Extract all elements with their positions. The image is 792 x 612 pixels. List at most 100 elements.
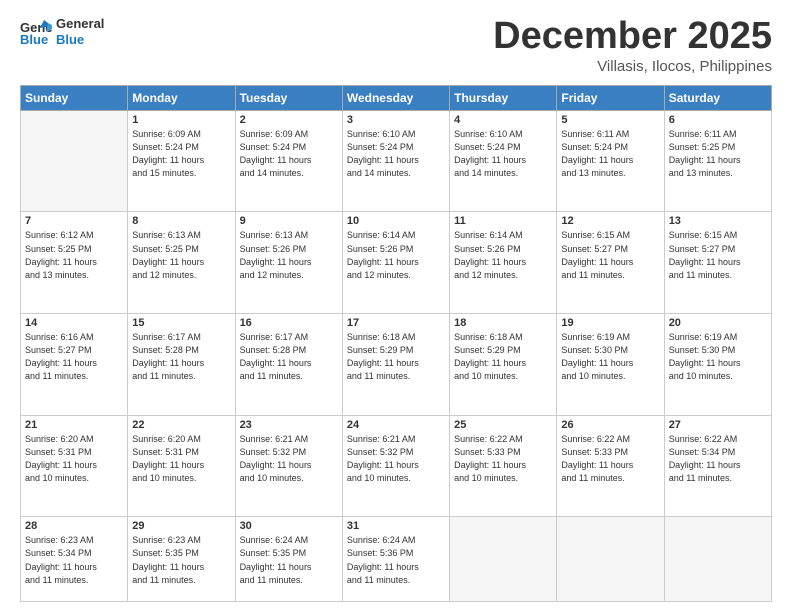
day-number: 6 bbox=[669, 114, 767, 126]
calendar-day-cell: 18 Sunrise: 6:18 AM Sunset: 5:29 PM Dayli… bbox=[450, 314, 557, 416]
calendar-day-cell: 7 Sunrise: 6:12 AM Sunset: 5:25 PM Daylig… bbox=[21, 212, 128, 314]
calendar-day-cell: 4Sunrise: 6:10 AM Sunset: 5:24 PM Daylig… bbox=[450, 110, 557, 212]
day-info: Sunrise: 6:22 AM Sunset: 5:33 PM Dayligh… bbox=[561, 433, 659, 485]
day-info: Sunrise: 6:11 AM Sunset: 5:24 PM Dayligh… bbox=[561, 128, 659, 180]
day-number: 26 bbox=[561, 419, 659, 431]
day-info: Sunrise: 6:17 AM Sunset: 5:28 PM Dayligh… bbox=[132, 331, 230, 383]
day-info: Sunrise: 6:09 AM Sunset: 5:24 PM Dayligh… bbox=[132, 128, 230, 180]
day-info: Sunrise: 6:24 AM Sunset: 5:35 PM Dayligh… bbox=[240, 534, 338, 586]
day-number: 17 bbox=[347, 317, 445, 329]
calendar-week-row: 7 Sunrise: 6:12 AM Sunset: 5:25 PM Daylig… bbox=[21, 212, 772, 314]
weekday-header-sunday: Sunday bbox=[21, 85, 128, 110]
calendar-day-cell: 5 Sunrise: 6:11 AM Sunset: 5:24 PM Daylig… bbox=[557, 110, 664, 212]
day-info: Sunrise: 6:20 AM Sunset: 5:31 PM Dayligh… bbox=[132, 433, 230, 485]
calendar-day-cell bbox=[664, 517, 771, 602]
day-number: 2 bbox=[240, 114, 338, 126]
calendar-day-cell: 6 Sunrise: 6:11 AM Sunset: 5:25 PM Daylig… bbox=[664, 110, 771, 212]
calendar-day-cell: 17Sunrise: 6:18 AM Sunset: 5:29 PM Dayli… bbox=[342, 314, 449, 416]
location-subtitle: Villasis, Ilocos, Philippines bbox=[493, 58, 772, 75]
calendar-day-cell: 9Sunrise: 6:13 AM Sunset: 5:26 PM Daylig… bbox=[235, 212, 342, 314]
calendar-day-cell: 2 Sunrise: 6:09 AM Sunset: 5:24 PM Daylig… bbox=[235, 110, 342, 212]
day-info: Sunrise: 6:10 AM Sunset: 5:24 PM Dayligh… bbox=[347, 128, 445, 180]
day-number: 10 bbox=[347, 215, 445, 227]
day-info: Sunrise: 6:18 AM Sunset: 5:29 PM Dayligh… bbox=[454, 331, 552, 383]
logo: General Blue General Blue bbox=[20, 16, 104, 47]
calendar-table: SundayMondayTuesdayWednesdayThursdayFrid… bbox=[20, 85, 772, 602]
svg-text:Blue: Blue bbox=[20, 32, 48, 46]
calendar-day-cell: 26 Sunrise: 6:22 AM Sunset: 5:33 PM Dayli… bbox=[557, 415, 664, 517]
day-info: Sunrise: 6:16 AM Sunset: 5:27 PM Dayligh… bbox=[25, 331, 123, 383]
calendar-header-row: SundayMondayTuesdayWednesdayThursdayFrid… bbox=[21, 85, 772, 110]
calendar-day-cell: 8Sunrise: 6:13 AM Sunset: 5:25 PM Daylig… bbox=[128, 212, 235, 314]
calendar-day-cell: 19 Sunrise: 6:19 AM Sunset: 5:30 PM Dayli… bbox=[557, 314, 664, 416]
logo-blue: Blue bbox=[56, 32, 104, 48]
calendar-day-cell: 12 Sunrise: 6:15 AM Sunset: 5:27 PM Dayli… bbox=[557, 212, 664, 314]
calendar-week-row: 1 Sunrise: 6:09 AM Sunset: 5:24 PM Daylig… bbox=[21, 110, 772, 212]
calendar-day-cell: 3 Sunrise: 6:10 AM Sunset: 5:24 PM Daylig… bbox=[342, 110, 449, 212]
day-info: Sunrise: 6:15 AM Sunset: 5:27 PM Dayligh… bbox=[669, 229, 767, 281]
day-info: Sunrise: 6:14 AM Sunset: 5:26 PM Dayligh… bbox=[347, 229, 445, 281]
day-number: 25 bbox=[454, 419, 552, 431]
day-info: Sunrise: 6:19 AM Sunset: 5:30 PM Dayligh… bbox=[669, 331, 767, 383]
day-number: 31 bbox=[347, 520, 445, 532]
weekday-header-friday: Friday bbox=[557, 85, 664, 110]
calendar-day-cell: 22 Sunrise: 6:20 AM Sunset: 5:31 PM Dayli… bbox=[128, 415, 235, 517]
page: General Blue General Blue December 2025 … bbox=[0, 0, 792, 612]
day-number: 14 bbox=[25, 317, 123, 329]
calendar-day-cell: 21 Sunrise: 6:20 AM Sunset: 5:31 PM Dayli… bbox=[21, 415, 128, 517]
calendar-day-cell: 25Sunrise: 6:22 AM Sunset: 5:33 PM Dayli… bbox=[450, 415, 557, 517]
calendar-day-cell: 11Sunrise: 6:14 AM Sunset: 5:26 PM Dayli… bbox=[450, 212, 557, 314]
day-number: 30 bbox=[240, 520, 338, 532]
logo-general: General bbox=[56, 16, 104, 32]
day-info: Sunrise: 6:14 AM Sunset: 5:26 PM Dayligh… bbox=[454, 229, 552, 281]
day-info: Sunrise: 6:24 AM Sunset: 5:36 PM Dayligh… bbox=[347, 534, 445, 586]
day-number: 1 bbox=[132, 114, 230, 126]
calendar-day-cell: 16Sunrise: 6:17 AM Sunset: 5:28 PM Dayli… bbox=[235, 314, 342, 416]
day-number: 12 bbox=[561, 215, 659, 227]
weekday-header-thursday: Thursday bbox=[450, 85, 557, 110]
day-info: Sunrise: 6:09 AM Sunset: 5:24 PM Dayligh… bbox=[240, 128, 338, 180]
calendar-day-cell: 30 Sunrise: 6:24 AM Sunset: 5:35 PM Dayli… bbox=[235, 517, 342, 602]
calendar-week-row: 14 Sunrise: 6:16 AM Sunset: 5:27 PM Dayli… bbox=[21, 314, 772, 416]
calendar-day-cell: 20 Sunrise: 6:19 AM Sunset: 5:30 PM Dayli… bbox=[664, 314, 771, 416]
calendar-day-cell: 15 Sunrise: 6:17 AM Sunset: 5:28 PM Dayli… bbox=[128, 314, 235, 416]
day-info: Sunrise: 6:15 AM Sunset: 5:27 PM Dayligh… bbox=[561, 229, 659, 281]
calendar-day-cell: 23Sunrise: 6:21 AM Sunset: 5:32 PM Dayli… bbox=[235, 415, 342, 517]
day-number: 18 bbox=[454, 317, 552, 329]
calendar-day-cell: 28Sunrise: 6:23 AM Sunset: 5:34 PM Dayli… bbox=[21, 517, 128, 602]
day-number: 29 bbox=[132, 520, 230, 532]
day-number: 13 bbox=[669, 215, 767, 227]
day-info: Sunrise: 6:22 AM Sunset: 5:34 PM Dayligh… bbox=[669, 433, 767, 485]
calendar-day-cell: 10 Sunrise: 6:14 AM Sunset: 5:26 PM Dayli… bbox=[342, 212, 449, 314]
calendar-day-cell: 29Sunrise: 6:23 AM Sunset: 5:35 PM Dayli… bbox=[128, 517, 235, 602]
weekday-header-wednesday: Wednesday bbox=[342, 85, 449, 110]
day-info: Sunrise: 6:21 AM Sunset: 5:32 PM Dayligh… bbox=[347, 433, 445, 485]
day-number: 23 bbox=[240, 419, 338, 431]
day-number: 5 bbox=[561, 114, 659, 126]
calendar-week-row: 28Sunrise: 6:23 AM Sunset: 5:34 PM Dayli… bbox=[21, 517, 772, 602]
header: General Blue General Blue December 2025 … bbox=[20, 16, 772, 75]
calendar-day-cell bbox=[450, 517, 557, 602]
day-number: 21 bbox=[25, 419, 123, 431]
calendar-day-cell: 14 Sunrise: 6:16 AM Sunset: 5:27 PM Dayli… bbox=[21, 314, 128, 416]
day-number: 8 bbox=[132, 215, 230, 227]
day-info: Sunrise: 6:23 AM Sunset: 5:34 PM Dayligh… bbox=[25, 534, 123, 586]
calendar-week-row: 21 Sunrise: 6:20 AM Sunset: 5:31 PM Dayli… bbox=[21, 415, 772, 517]
day-info: Sunrise: 6:12 AM Sunset: 5:25 PM Dayligh… bbox=[25, 229, 123, 281]
day-number: 7 bbox=[25, 215, 123, 227]
calendar-day-cell: 13 Sunrise: 6:15 AM Sunset: 5:27 PM Dayli… bbox=[664, 212, 771, 314]
day-number: 22 bbox=[132, 419, 230, 431]
day-number: 19 bbox=[561, 317, 659, 329]
day-number: 15 bbox=[132, 317, 230, 329]
day-number: 27 bbox=[669, 419, 767, 431]
day-info: Sunrise: 6:11 AM Sunset: 5:25 PM Dayligh… bbox=[669, 128, 767, 180]
day-info: Sunrise: 6:20 AM Sunset: 5:31 PM Dayligh… bbox=[25, 433, 123, 485]
logo-icon: General Blue bbox=[20, 18, 52, 46]
weekday-header-monday: Monday bbox=[128, 85, 235, 110]
day-number: 9 bbox=[240, 215, 338, 227]
title-block: December 2025 Villasis, Ilocos, Philippi… bbox=[493, 16, 772, 75]
calendar-day-cell: 1 Sunrise: 6:09 AM Sunset: 5:24 PM Daylig… bbox=[128, 110, 235, 212]
day-info: Sunrise: 6:19 AM Sunset: 5:30 PM Dayligh… bbox=[561, 331, 659, 383]
day-number: 3 bbox=[347, 114, 445, 126]
day-number: 20 bbox=[669, 317, 767, 329]
